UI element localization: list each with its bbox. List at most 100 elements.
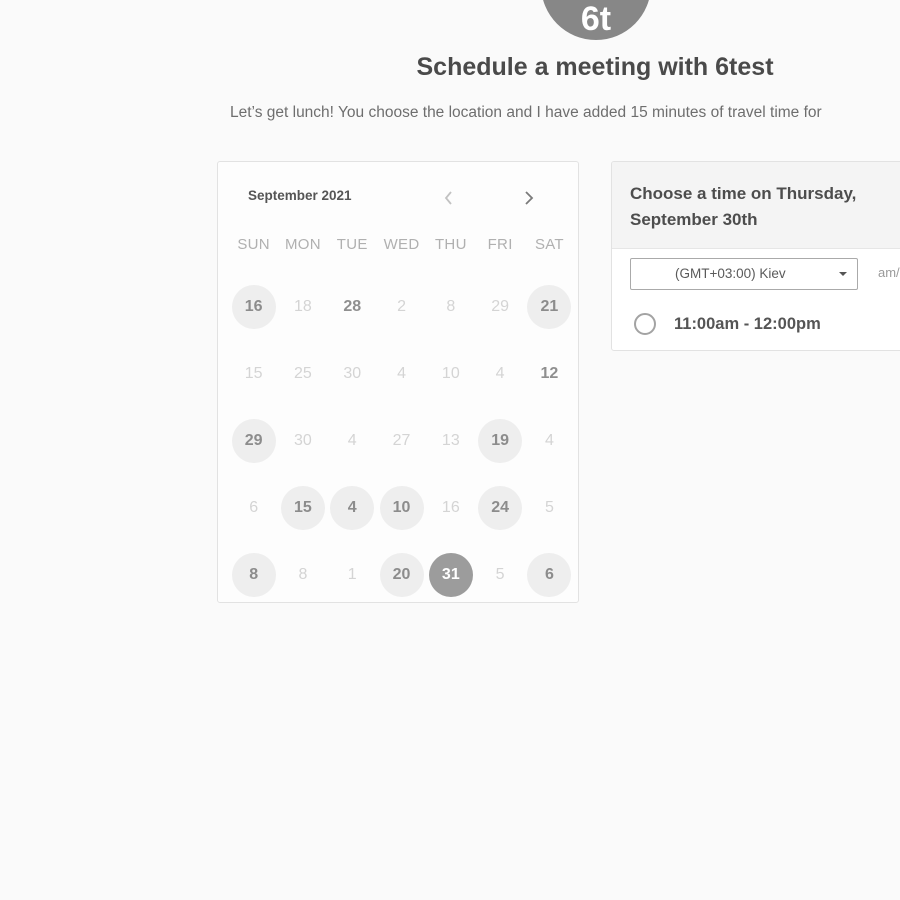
calendar-day-number: 12 — [540, 364, 559, 382]
calendar-day-number: 25 — [294, 364, 312, 382]
calendar-day-number: 29 — [231, 418, 276, 463]
calendar-day: 30 — [278, 407, 327, 474]
calendar-day-number: 27 — [392, 431, 411, 449]
calendar-day-number: 24 — [478, 485, 523, 530]
calendar-day-grid: 16 18 28 2 8 29 21 15 25 30 4 10 4 12 29 30 4 27 13 19 4 6 15 4… — [229, 273, 574, 602]
calendar-day-number: 6 — [249, 498, 259, 516]
calendar-day-number: 8 — [231, 552, 276, 597]
chevron-right-icon — [525, 191, 534, 205]
weekday-label: WED — [383, 236, 420, 253]
calendar-day-number: 4 — [544, 431, 554, 449]
calendar-day: 16 — [426, 474, 475, 541]
calendar-day-number: 18 — [294, 297, 312, 315]
calendar-day-number: 16 — [231, 284, 276, 329]
weekday-label: SAT — [534, 236, 564, 253]
calendar-day: 12 — [525, 340, 574, 407]
calendar-day-number: 4 — [347, 431, 357, 449]
calendar-day: 10 — [426, 340, 475, 407]
calendar-day-number: 29 — [491, 297, 510, 315]
calendar-day-number: 15 — [244, 364, 263, 382]
calendar-day: 4 — [475, 340, 524, 407]
calendar-day-number: 10 — [441, 364, 460, 382]
calendar-day-number: 6 — [527, 552, 572, 597]
calendar-day-number: 20 — [379, 552, 424, 597]
calendar-day[interactable]: 16 — [229, 273, 278, 340]
calendar-day-number: 2 — [397, 297, 406, 315]
calendar-day-selected[interactable]: 31 — [426, 541, 475, 602]
weekday-label: MON — [284, 236, 321, 253]
avatar-initials: 6t — [580, 0, 612, 38]
weekday-label: THU — [434, 236, 467, 253]
weekday-header: SUN MON TUE WED THU FRI SAT — [229, 236, 574, 253]
calendar-day[interactable]: 15 — [278, 474, 327, 541]
calendar-day-number: 21 — [527, 284, 572, 329]
host-avatar: 6t — [541, 0, 651, 40]
calendar-day: 4 — [328, 407, 377, 474]
weekday-label: TUE — [336, 236, 368, 253]
calendar-day-number: 4 — [495, 364, 505, 382]
calendar-day[interactable]: 6 — [525, 541, 574, 602]
calendar-day: 4 — [377, 340, 426, 407]
time-slot-option[interactable]: 11:00am - 12:00pm — [634, 310, 821, 338]
calendar-day-number: 13 — [441, 431, 460, 449]
calendar-day: 25 — [278, 340, 327, 407]
calendar-day[interactable]: 4 — [328, 474, 377, 541]
calendar-day-number: 1 — [347, 565, 357, 583]
time-slot-label: 11:00am - 12:00pm — [674, 314, 821, 333]
calendar-day[interactable]: 10 — [377, 474, 426, 541]
previous-month-button[interactable] — [438, 186, 460, 210]
calendar-day: 28 — [328, 273, 377, 340]
date-picker-calendar: September 2021 SUN MON TUE WED THU FRI S… — [217, 161, 579, 603]
calendar-day[interactable]: 29 — [229, 407, 278, 474]
calendar-day[interactable]: 24 — [475, 474, 524, 541]
selected-date-heading: Choose a time on Thursday, September 30t… — [630, 184, 857, 229]
calendar-day: 8 — [278, 541, 327, 602]
calendar-day: 29 — [475, 273, 524, 340]
calendar-day-number: 5 — [544, 498, 554, 516]
calendar-day-number: 4 — [330, 485, 375, 530]
calendar-day-number: 28 — [343, 297, 362, 315]
caret-down-icon — [839, 272, 847, 276]
calendar-day: 15 — [229, 340, 278, 407]
calendar-day-number: 30 — [294, 431, 312, 449]
weekday-label: FRI — [487, 236, 513, 253]
scheduler-page: 6t Schedule a meeting with 6test Let’s g… — [0, 0, 900, 900]
calendar-day: 4 — [525, 407, 574, 474]
calendar-day: 5 — [525, 474, 574, 541]
calendar-day: 27 — [377, 407, 426, 474]
calendar-day-number: 15 — [280, 485, 325, 530]
meeting-description: Let’s get lunch! You choose the location… — [230, 104, 822, 121]
timezone-value: (GMT+03:00) Kiev — [675, 266, 786, 281]
chevron-left-icon — [444, 191, 452, 205]
time-panel-header: Choose a time on Thursday, September 30t… — [612, 162, 900, 249]
next-month-button[interactable] — [518, 186, 540, 210]
calendar-day: 2 — [377, 273, 426, 340]
calendar-day-number: 8 — [298, 565, 308, 583]
calendar-day-number: 31 — [428, 552, 473, 597]
calendar-day[interactable]: 8 — [229, 541, 278, 602]
calendar-day[interactable]: 19 — [475, 407, 524, 474]
weekday-label: SUN — [237, 236, 270, 253]
calendar-day-number: 16 — [441, 498, 460, 516]
time-slot-radio[interactable] — [634, 313, 656, 335]
calendar-day-number: 4 — [397, 364, 406, 382]
calendar-day: 5 — [475, 541, 524, 602]
calendar-day: 18 — [278, 273, 327, 340]
calendar-day-number: 19 — [478, 418, 523, 463]
calendar-day[interactable]: 20 — [377, 541, 426, 602]
page-title: Schedule a meeting with 6test — [416, 53, 774, 81]
time-selection-panel: Choose a time on Thursday, September 30t… — [611, 161, 900, 351]
calendar-day-number: 5 — [495, 565, 505, 583]
calendar-day-number: 30 — [343, 364, 362, 382]
calendar-day: 1 — [328, 541, 377, 602]
timezone-select[interactable]: (GMT+03:00) Kiev — [630, 258, 858, 290]
time-format-toggle[interactable]: am/pm — [878, 265, 900, 280]
calendar-day: 30 — [328, 340, 377, 407]
calendar-month-label: September 2021 — [248, 188, 352, 203]
calendar-day: 8 — [426, 273, 475, 340]
calendar-day-number: 10 — [379, 485, 424, 530]
calendar-day[interactable]: 21 — [525, 273, 574, 340]
calendar-day-number: 8 — [446, 297, 456, 315]
calendar-day: 13 — [426, 407, 475, 474]
calendar-day: 6 — [229, 474, 278, 541]
